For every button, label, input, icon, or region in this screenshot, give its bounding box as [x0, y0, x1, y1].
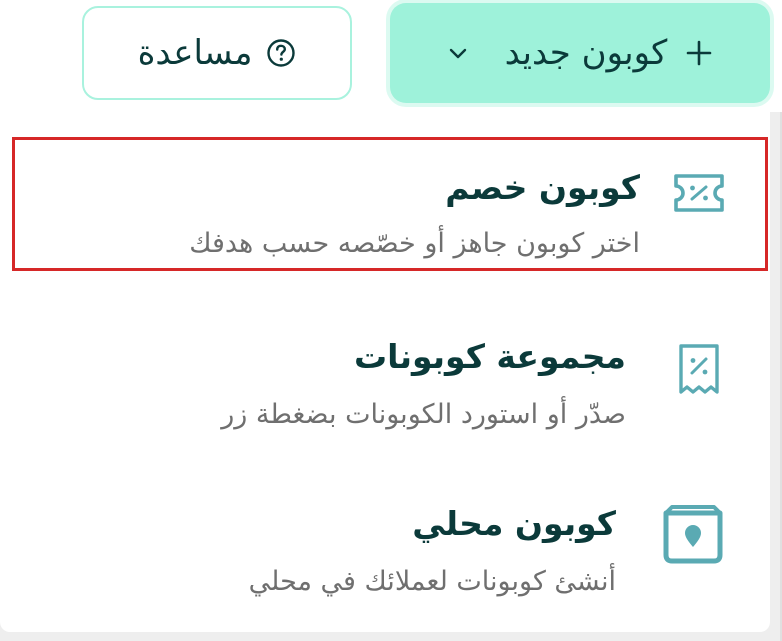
- new-coupon-button-label: كوبون جديد: [504, 33, 668, 73]
- menu-item-description: أنشئ كوبونات لعملائك في محلي: [248, 566, 616, 597]
- location-card-icon: [656, 498, 730, 572]
- help-button[interactable]: مساعدة: [82, 6, 352, 100]
- app-canvas: مساعدة كوبون جديد كوبون خصم اختر كوبون ج…: [0, 0, 782, 641]
- receipt-percent-icon: [662, 333, 736, 407]
- menu-item-description: صدّر أو استورد الكوبونات بضغطة زر: [221, 399, 626, 430]
- menu-item-coupon-batch[interactable]: مجموعة كوبونات صدّر أو استورد الكوبونات …: [0, 307, 770, 447]
- new-coupon-button[interactable]: كوبون جديد: [390, 3, 770, 103]
- toolbar: مساعدة كوبون جديد: [0, 0, 782, 112]
- menu-item-title: مجموعة كوبونات: [354, 337, 626, 376]
- menu-item-local-coupon[interactable]: كوبون محلي أنشئ كوبونات لعملائك في محلي: [0, 474, 770, 614]
- help-button-label: مساعدة: [137, 33, 253, 73]
- menu-item-title: كوبون محلي: [412, 504, 616, 543]
- plus-icon: [685, 39, 713, 67]
- selection-highlight: [12, 137, 768, 271]
- chevron-down-icon: [447, 42, 469, 64]
- question-circle-icon: [266, 38, 296, 68]
